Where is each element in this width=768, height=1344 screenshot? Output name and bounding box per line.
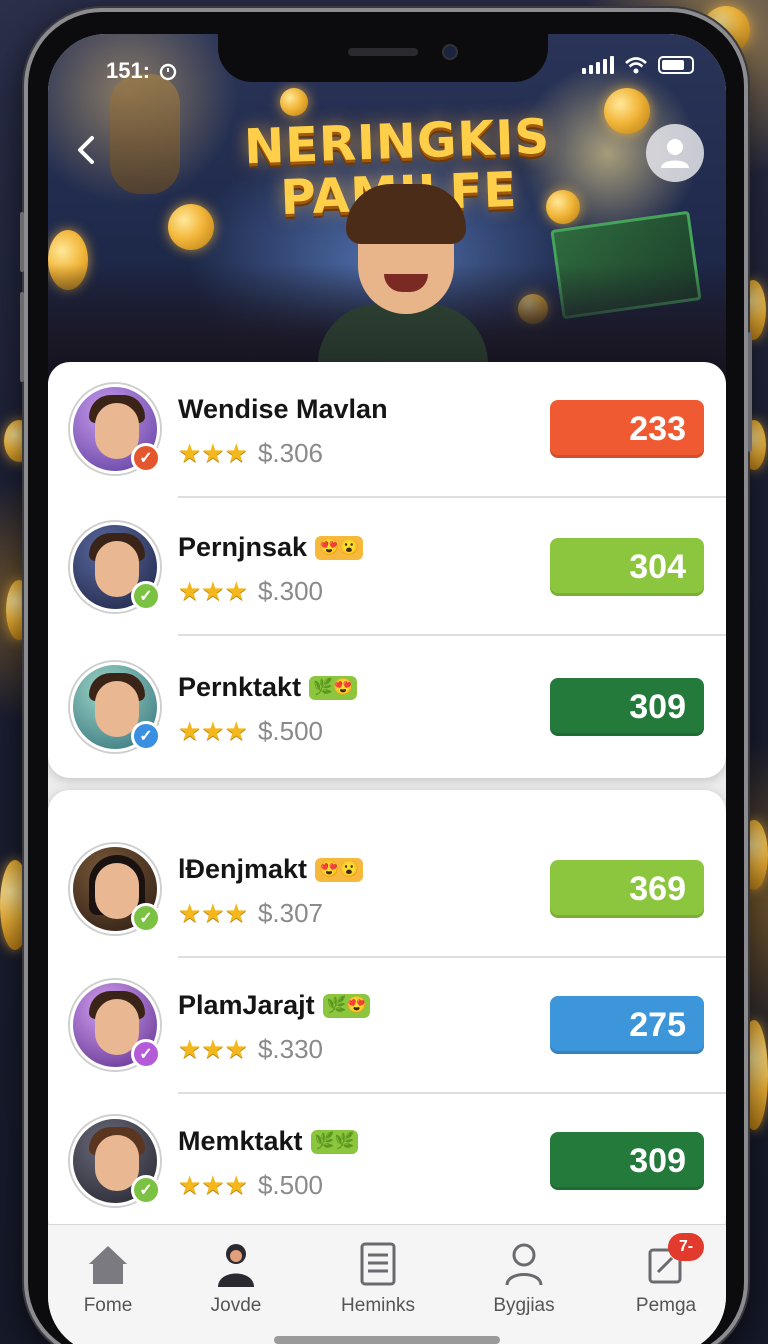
tab-label: Jovde (210, 1295, 262, 1316)
emoji-tag: 🌿😍 (322, 993, 371, 1018)
score-button[interactable]: 233 (550, 400, 704, 458)
score-button[interactable]: 304 (550, 538, 704, 596)
player-price: $.500 (257, 716, 324, 746)
check-icon: ✓ (131, 443, 161, 473)
player-name: PlamJarajt 🌿😍 (178, 990, 371, 1021)
side-button (748, 332, 752, 452)
avatar: ✓ (70, 522, 161, 612)
status-icons (582, 56, 694, 74)
user-icon (661, 139, 689, 168)
coin-decoration (168, 204, 214, 250)
document-icon (360, 1242, 396, 1286)
emoji-tag: 🌿😍 (309, 675, 357, 700)
score-button[interactable]: 369 (550, 860, 704, 918)
wifi-icon (625, 57, 647, 74)
rating: ★★★ $.500 (178, 716, 324, 746)
avatar: ✓ (70, 384, 161, 474)
score-button[interactable]: 275 (550, 996, 704, 1054)
player-list: ✓ Wendise Mavlan ★★★ $.306 233 ✓ Pernjnsa… (48, 362, 726, 1240)
avatar: ✓ (70, 1116, 161, 1206)
rating: ★★★ $.330 (178, 1034, 324, 1064)
check-icon: ✓ (131, 1175, 161, 1205)
player-price: $.300 (257, 576, 324, 606)
player-name: Pernjnsak 😍😮 (178, 532, 363, 563)
tab-pemga[interactable]: 7- Pemga (606, 1233, 726, 1317)
player-row[interactable]: ✓ Pernktakt 🌿😍 ★★★ $.500 309 (48, 640, 726, 776)
home-indicator[interactable] (274, 1336, 500, 1344)
back-button[interactable] (72, 130, 112, 170)
tab-bar: Fome Jovde Heminks Bygjias 7- Pemga (48, 1224, 726, 1344)
notch (218, 34, 548, 82)
emoji-tag: 🌿🌿 (310, 1129, 359, 1154)
tab-label: Pemga (635, 1295, 697, 1316)
player-name: Memktakt 🌿🌿 (178, 1126, 359, 1157)
check-icon: ✓ (131, 1039, 161, 1069)
signal-icon (582, 56, 614, 74)
status-bar: 151: (48, 34, 726, 104)
check-icon: ✓ (131, 721, 161, 751)
rating: ★★★ $.500 (178, 1170, 324, 1200)
notification-badge: 7- (668, 1233, 704, 1261)
rating: ★★★ $.306 (178, 438, 324, 468)
player-price: $.307 (257, 898, 324, 928)
check-icon: ✓ (131, 903, 161, 933)
tab-label: Bygjias (493, 1295, 555, 1316)
player-price: $.500 (257, 1170, 324, 1200)
player-row[interactable]: ✓ PlamJarajt 🌿😍 ★★★ $.330 275 (48, 958, 726, 1094)
player-price: $.330 (257, 1034, 324, 1064)
emoji-tag: 😍😮 (315, 857, 363, 882)
tab-label: Heminks (341, 1295, 415, 1316)
person-icon (218, 1244, 254, 1287)
avatar: ✓ (70, 662, 161, 752)
tab-label: Fome (83, 1295, 133, 1316)
emoji-tag: 😍😮 (315, 535, 363, 560)
player-name: Pernktakt 🌿😍 (178, 672, 357, 703)
player-row[interactable]: ✓ Wendise Mavlan ★★★ $.306 233 (48, 362, 726, 498)
home-icon (89, 1246, 127, 1284)
chevron-left-icon (78, 136, 94, 164)
player-row[interactable]: ✓ Memktakt 🌿🌿 ★★★ $.500 309 (48, 1094, 726, 1230)
side-button (20, 292, 24, 382)
user-icon (505, 1243, 543, 1286)
player-name: lÐenjmakt 😍😮 (178, 854, 363, 885)
check-icon: ✓ (131, 581, 161, 611)
player-row[interactable]: ✓ Pernjnsak 😍😮 ★★★ $.300 304 (48, 500, 726, 636)
player-price: $.306 (257, 438, 324, 468)
tab-heminks[interactable]: Heminks (318, 1239, 438, 1317)
tab-jovde[interactable]: Jovde (176, 1239, 296, 1317)
profile-button[interactable] (646, 124, 704, 182)
player-name: Wendise Mavlan (178, 394, 388, 424)
tab-bygjias[interactable]: Bygjias (464, 1239, 584, 1317)
rating: ★★★ $.300 (178, 576, 324, 606)
player-row[interactable]: ✓ lÐenjmakt 😍😮 ★★★ $.307 369 (48, 822, 726, 958)
rating: ★★★ $.307 (178, 898, 324, 928)
score-button[interactable]: 309 (550, 1132, 704, 1190)
status-time: 151: (106, 58, 178, 84)
tab-fome[interactable]: Fome (48, 1239, 168, 1317)
avatar: ✓ (70, 980, 161, 1070)
battery-icon (658, 56, 694, 74)
side-button (20, 212, 24, 272)
app-screen: NERINGKIS PAMILFE 151: (48, 34, 726, 1344)
alarm-icon (159, 63, 177, 81)
score-button[interactable]: 309 (550, 678, 704, 736)
avatar: ✓ (70, 844, 161, 934)
